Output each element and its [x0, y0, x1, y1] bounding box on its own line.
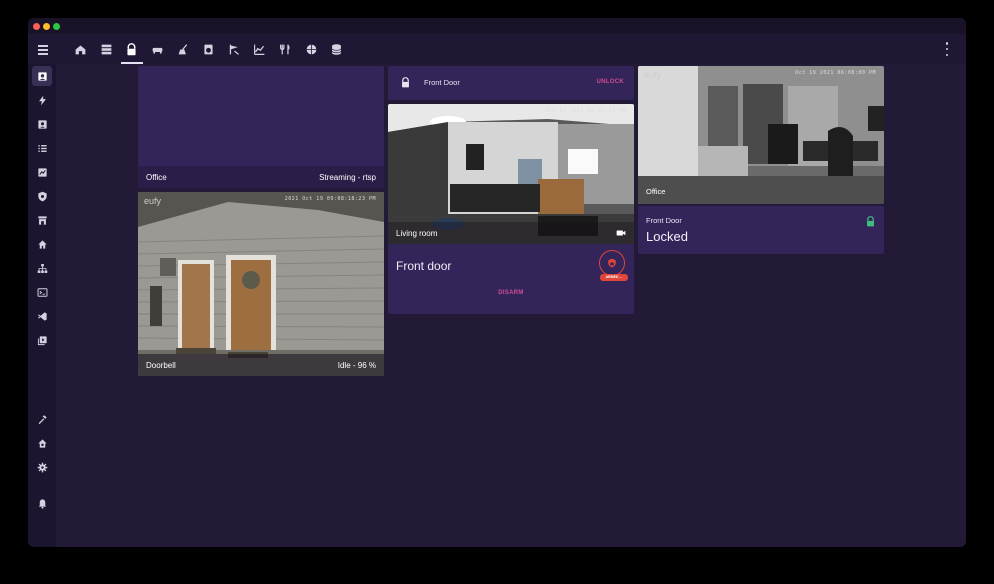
sidebar-item-notifications[interactable]	[32, 493, 52, 513]
lock-icon	[867, 216, 874, 227]
tab-cleaning[interactable]	[170, 34, 196, 64]
sidebar-item-logbook[interactable]	[32, 138, 52, 158]
lock-state: Locked	[646, 229, 688, 244]
sidebar-item-history[interactable]	[32, 162, 52, 182]
office-stream-card[interactable]: Office Streaming - rtsp	[138, 66, 384, 188]
office-stream-footer: Office Streaming - rtsp	[138, 166, 384, 188]
minimize-window-button[interactable]	[43, 23, 50, 30]
tab-kitchen[interactable]	[273, 34, 299, 64]
shield-home-icon	[608, 258, 616, 268]
code-editor-icon	[37, 311, 47, 321]
unlock-button[interactable]: UNLOCK	[597, 79, 624, 85]
list-icon	[37, 144, 47, 152]
flag-icon	[229, 44, 239, 55]
video-camera-icon[interactable]	[616, 228, 626, 238]
lock-state-card[interactable]: Front Door Locked	[638, 206, 884, 254]
close-window-button[interactable]	[33, 23, 40, 30]
camera-name: Office	[646, 187, 666, 196]
sidebar	[28, 64, 56, 547]
doorbell-camera-feed	[138, 192, 384, 376]
office-camera-feed	[638, 66, 884, 204]
ball-icon	[306, 44, 317, 54]
camera-name: Office	[146, 172, 167, 182]
tab-sports[interactable]	[298, 34, 324, 64]
maximize-window-button[interactable]	[53, 23, 60, 30]
sidebar-item-supervisor[interactable]	[32, 433, 52, 453]
tab-energy[interactable]	[247, 34, 273, 64]
bell-icon	[38, 498, 46, 509]
camera-timestamp: Oct 19 2021 09:25:33 PM	[545, 108, 626, 114]
hammer-icon	[38, 414, 47, 424]
alarm-name: Front door	[396, 259, 452, 273]
sitemap-icon	[37, 263, 47, 273]
sidebar-item-vscode[interactable]	[32, 306, 52, 326]
disarm-button[interactable]: DISARM	[388, 290, 634, 296]
view-tabs	[68, 34, 350, 64]
chart-line-icon	[254, 44, 265, 55]
title-bar	[28, 18, 966, 34]
alarm-state-badge: ARMED ...	[600, 274, 628, 281]
front-door-lock-row: Front Door UNLOCK	[388, 66, 634, 100]
living-room-card[interactable]: Oct 19 2021 09:25:33 PM Living room	[388, 104, 634, 244]
doorbell-card[interactable]: eufy 2021 Oct 19 09:08:18:23 PM Doorbell…	[138, 192, 384, 376]
gear-icon	[37, 462, 47, 472]
contact-card-icon	[37, 119, 47, 129]
account-box-icon	[37, 71, 47, 81]
tab-server[interactable]	[94, 34, 120, 64]
living-room-footer: Living room	[388, 222, 634, 244]
home-icon	[37, 239, 47, 249]
tab-living[interactable]	[145, 34, 171, 64]
tab-database[interactable]	[324, 34, 350, 64]
top-toolbar	[28, 34, 966, 64]
menu-icon[interactable]	[36, 41, 52, 57]
sidebar-item-developer-tools[interactable]	[32, 409, 52, 429]
office-camera-card[interactable]: eufy Oct 19 2021 06:08:00 PM Office	[638, 66, 884, 204]
sidebar-item-network[interactable]	[32, 258, 52, 278]
camera-name: Doorbell	[146, 360, 176, 370]
lightning-icon	[38, 95, 46, 105]
eufy-logo: eufy	[144, 196, 162, 206]
utensils-icon	[280, 44, 290, 54]
eufy-logo: eufy	[644, 70, 662, 80]
lock-name: Front Door	[424, 78, 460, 87]
broom-icon	[178, 43, 187, 54]
server-icon	[101, 44, 112, 54]
more-options-icon[interactable]	[944, 42, 950, 56]
app-window: Office Streaming - rtsp eufy 2021 Oct 19…	[28, 18, 966, 547]
tab-security[interactable]	[119, 34, 145, 64]
tab-home[interactable]	[68, 34, 94, 64]
lock-icon	[127, 42, 137, 55]
database-icon	[331, 43, 342, 55]
sofa-icon	[152, 47, 163, 54]
sidebar-item-energy[interactable]	[32, 90, 52, 110]
lock-icon	[402, 77, 409, 88]
sidebar-item-media[interactable]	[32, 330, 52, 350]
alarm-panel-card: Front door ARMED ... DISARM	[388, 244, 634, 314]
tab-garden[interactable]	[222, 34, 248, 64]
sidebar-item-overview[interactable]	[32, 66, 52, 86]
camera-status: Streaming - rtsp	[319, 172, 376, 182]
shield-icon	[37, 191, 47, 201]
doorbell-footer: Doorbell Idle - 96 %	[138, 354, 384, 376]
sidebar-item-settings[interactable]	[32, 457, 52, 477]
lock-name: Front Door	[646, 216, 682, 225]
camera-name: Living room	[396, 228, 438, 238]
sidebar-item-terminal[interactable]	[32, 282, 52, 302]
alarm-status-icon[interactable]	[599, 250, 625, 276]
terminal-icon	[37, 287, 47, 297]
camera-timestamp: 2021 Oct 19 09:08:18:23 PM	[284, 196, 376, 202]
chart-box-icon	[37, 167, 47, 177]
sidebar-item-person[interactable]	[32, 114, 52, 134]
dryer-icon	[204, 44, 213, 54]
home-gear-icon	[37, 438, 47, 448]
sidebar-item-security[interactable]	[32, 186, 52, 206]
tab-laundry[interactable]	[196, 34, 222, 64]
store-icon	[37, 215, 47, 225]
camera-timestamp: Oct 19 2021 06:08:00 PM	[795, 70, 876, 76]
sidebar-item-store[interactable]	[32, 210, 52, 230]
play-box-icon	[37, 335, 47, 345]
sidebar-item-home[interactable]	[32, 234, 52, 254]
camera-status: Idle - 96 %	[337, 360, 376, 370]
home-automation-icon	[75, 44, 86, 54]
